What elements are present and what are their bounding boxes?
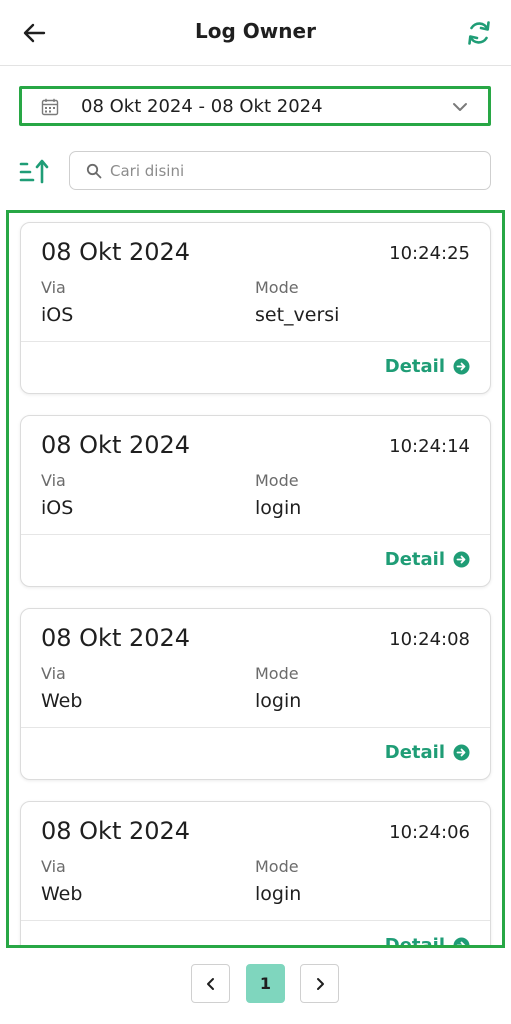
arrow-circle-right-icon <box>453 744 470 761</box>
via-value: Web <box>41 883 83 905</box>
card-divider <box>21 341 490 342</box>
mode-value: set_versi <box>255 304 340 326</box>
mode-label: Mode <box>255 278 299 297</box>
mode-value: login <box>255 690 302 712</box>
via-value: Web <box>41 690 83 712</box>
mode-label: Mode <box>255 471 299 490</box>
app-header: Log Owner <box>0 0 511 66</box>
page-number-button[interactable]: 1 <box>246 964 285 1003</box>
date-range-value: 08 Okt 2024 - 08 Okt 2024 <box>81 96 323 117</box>
detail-link[interactable]: Detail <box>385 356 470 377</box>
detail-label: Detail <box>384 935 445 948</box>
mode-label: Mode <box>255 664 299 683</box>
via-value: iOS <box>41 304 74 326</box>
log-time: 10:24:25 <box>389 243 470 264</box>
arrow-left-icon <box>23 23 46 43</box>
detail-link[interactable]: Detail <box>385 549 470 570</box>
arrow-circle-right-icon <box>453 358 470 375</box>
log-date: 08 Okt 2024 <box>41 238 191 266</box>
detail-link[interactable]: Detail <box>384 935 470 948</box>
chevron-left-icon <box>206 977 214 990</box>
refresh-button[interactable] <box>463 17 495 49</box>
detail-label: Detail <box>384 742 445 763</box>
calendar-icon <box>41 98 59 116</box>
via-label: Via <box>41 278 66 297</box>
log-time: 10:24:08 <box>389 629 470 650</box>
detail-link[interactable]: Detail <box>385 742 470 763</box>
via-label: Via <box>41 664 66 683</box>
search-icon <box>86 163 102 179</box>
detail-label: Detail <box>384 549 445 570</box>
log-date: 08 Okt 2024 <box>41 431 191 459</box>
next-page-button[interactable] <box>300 964 339 1003</box>
log-date: 08 Okt 2024 <box>41 817 191 845</box>
card-divider <box>21 534 490 535</box>
search-input[interactable] <box>110 158 470 184</box>
mode-label: Mode <box>255 857 299 876</box>
log-card: 08 Okt 2024 10:24:08 Via Mode Web login … <box>20 608 491 780</box>
log-time: 10:24:14 <box>389 436 470 457</box>
card-divider <box>21 920 490 921</box>
log-date: 08 Okt 2024 <box>41 624 191 652</box>
log-time: 10:24:06 <box>389 822 470 843</box>
date-range-select[interactable]: 08 Okt 2024 - 08 Okt 2024 <box>19 86 491 126</box>
prev-page-button[interactable] <box>191 964 230 1003</box>
via-label: Via <box>41 857 66 876</box>
card-divider <box>21 727 490 728</box>
chevron-down-icon <box>453 103 467 111</box>
detail-label: Detail <box>384 356 445 377</box>
arrow-circle-right-icon <box>453 937 470 945</box>
page-title: Log Owner <box>195 19 316 43</box>
mode-value: login <box>255 497 302 519</box>
via-label: Via <box>41 471 66 490</box>
via-value: iOS <box>41 497 74 519</box>
refresh-icon <box>468 21 490 45</box>
log-list[interactable]: 08 Okt 2024 10:24:25 Via Mode iOS set_ve… <box>6 210 505 948</box>
sort-button[interactable] <box>19 156 51 188</box>
log-card: 08 Okt 2024 10:24:14 Via Mode iOS login … <box>20 415 491 587</box>
search-box <box>69 151 491 190</box>
log-card: 08 Okt 2024 10:24:25 Via Mode iOS set_ve… <box>20 222 491 394</box>
mode-value: login <box>255 883 302 905</box>
log-card: 08 Okt 2024 10:24:06 Via Mode Web login … <box>20 801 491 948</box>
chevron-right-icon <box>316 977 324 990</box>
back-button[interactable] <box>20 18 50 48</box>
sort-ascending-icon <box>19 159 49 184</box>
arrow-circle-right-icon <box>453 551 470 568</box>
